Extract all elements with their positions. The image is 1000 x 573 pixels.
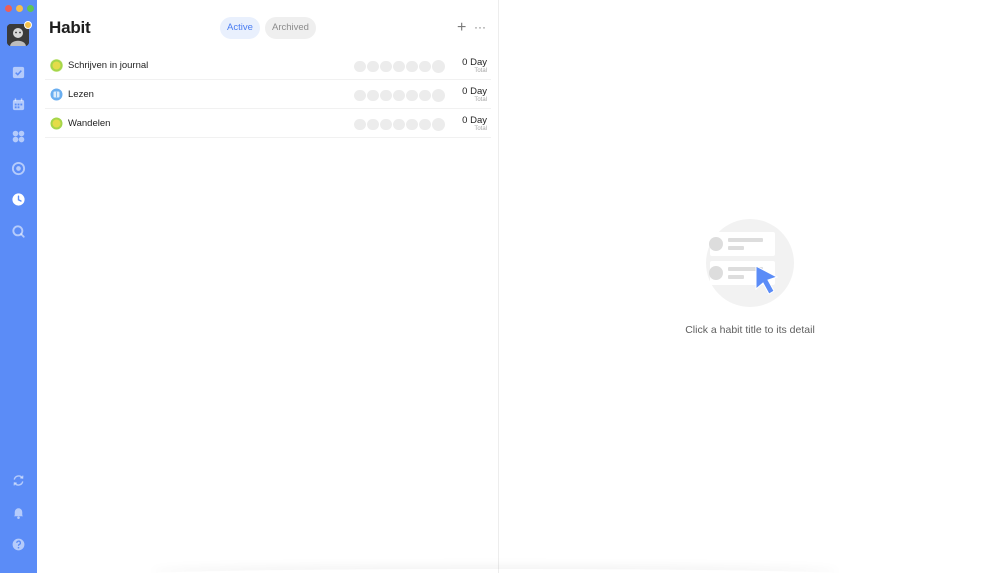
checkin-dot[interactable]	[354, 118, 366, 131]
zoom-window-button[interactable]	[27, 5, 34, 12]
tab-active[interactable]: Active	[220, 17, 260, 39]
checkin-dot[interactable]	[367, 118, 379, 131]
page-title: Habit	[49, 18, 91, 37]
habit-list: Schrijven in journal 0 Day Total Lezen 0…	[45, 51, 491, 138]
tab-archived[interactable]: Archived	[265, 17, 316, 39]
more-options-button[interactable]: ···	[474, 19, 486, 35]
total-days: 0 Day	[462, 115, 487, 126]
app-window: Habit Active Archived + ··· Schrijven in…	[0, 0, 1000, 573]
grid-icon[interactable]	[10, 128, 26, 144]
checkin-dot[interactable]	[354, 89, 366, 102]
premium-badge	[24, 21, 32, 29]
habit-week-checkins	[354, 89, 445, 102]
add-habit-button[interactable]: +	[457, 20, 466, 36]
habit-total: 0 Day Total	[462, 57, 487, 75]
habit-clock-icon[interactable]	[10, 191, 26, 207]
habit-row[interactable]: Wandelen 0 Day Total	[45, 109, 491, 138]
checkin-dot-today[interactable]	[432, 60, 445, 73]
habit-detail-panel: Click a habit title to its detail	[500, 0, 1000, 573]
checkin-dot[interactable]	[393, 118, 405, 131]
habit-row[interactable]: Schrijven in journal 0 Day Total	[45, 51, 491, 80]
total-label: Total	[474, 126, 487, 132]
checkin-dot[interactable]	[393, 60, 405, 73]
habit-name[interactable]: Lezen	[68, 89, 94, 100]
total-label: Total	[474, 97, 487, 103]
checkin-dot[interactable]	[419, 118, 431, 131]
habit-week-checkins	[354, 60, 445, 73]
total-days: 0 Day	[462, 86, 487, 97]
checkin-dot[interactable]	[419, 89, 431, 102]
checkin-dot[interactable]	[354, 60, 366, 73]
checkin-dot[interactable]	[406, 60, 418, 73]
checkin-dot-today[interactable]	[432, 118, 445, 131]
bell-icon[interactable]	[10, 504, 26, 520]
checkin-dot[interactable]	[380, 89, 392, 102]
sidebar	[0, 0, 37, 573]
checkin-dot-today[interactable]	[432, 89, 445, 102]
habit-list-panel: Habit Active Archived + ··· Schrijven in…	[37, 0, 499, 573]
habit-total: 0 Day Total	[462, 115, 487, 133]
focus-icon[interactable]	[10, 160, 26, 176]
window-controls	[5, 5, 34, 12]
book-icon	[50, 88, 63, 101]
habit-total: 0 Day Total	[462, 86, 487, 104]
habit-week-checkins	[354, 118, 445, 131]
task-icon[interactable]	[10, 64, 26, 80]
calendar-icon[interactable]	[10, 96, 26, 112]
minimize-window-button[interactable]	[16, 5, 23, 12]
checkin-dot[interactable]	[380, 60, 392, 73]
habit-name[interactable]: Wandelen	[68, 118, 110, 129]
lime-circle-icon	[50, 59, 63, 72]
bottom-edge-shadow	[150, 569, 840, 573]
empty-state-message: Click a habit title to its detail	[685, 324, 815, 336]
close-window-button[interactable]	[5, 5, 12, 12]
lime-circle-icon	[50, 117, 63, 130]
total-label: Total	[474, 68, 487, 74]
help-icon[interactable]	[10, 536, 26, 552]
checkin-dot[interactable]	[406, 118, 418, 131]
checkin-dot[interactable]	[393, 89, 405, 102]
empty-state-illustration	[705, 218, 795, 308]
checkin-dot[interactable]	[406, 89, 418, 102]
checkin-dot[interactable]	[367, 60, 379, 73]
checkin-dot[interactable]	[380, 118, 392, 131]
habit-name[interactable]: Schrijven in journal	[68, 60, 148, 71]
total-days: 0 Day	[462, 57, 487, 68]
sync-icon[interactable]	[10, 472, 26, 488]
search-icon[interactable]	[10, 223, 26, 239]
habit-row[interactable]: Lezen 0 Day Total	[45, 80, 491, 109]
checkin-dot[interactable]	[367, 89, 379, 102]
checkin-dot[interactable]	[419, 60, 431, 73]
